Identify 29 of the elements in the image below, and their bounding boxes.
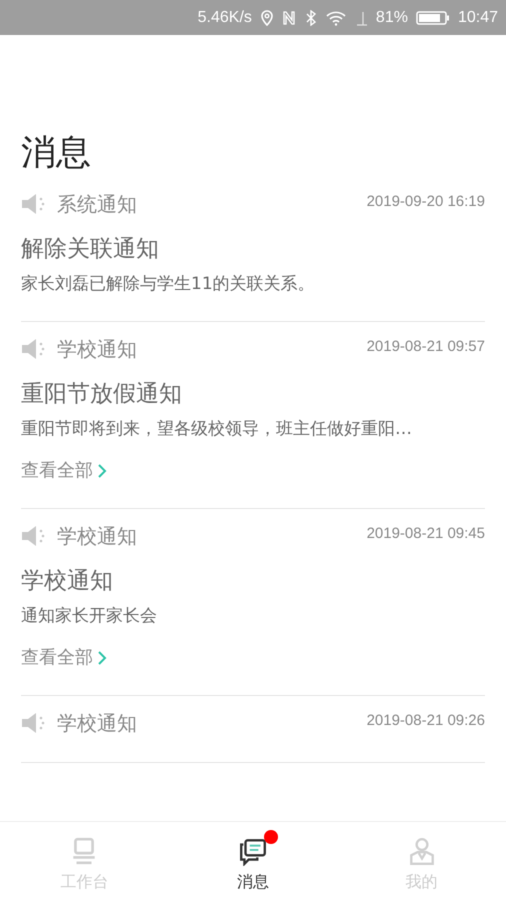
view-all-link[interactable]: 查看全部 — [21, 645, 107, 671]
chat-icon — [238, 836, 268, 866]
message-title: 学校通知 — [21, 567, 114, 596]
bluetooth-icon — [304, 10, 318, 26]
location-icon — [260, 10, 274, 26]
message-body: 家长刘磊已解除与学生11的关联关系。 — [21, 273, 316, 296]
battery-percent: 81% — [376, 8, 408, 26]
chevron-icon — [97, 463, 107, 479]
message-time: 2019-08-21 09:26 — [366, 711, 485, 729]
message-title: 解除关联通知 — [21, 235, 160, 264]
nfc-icon — [282, 10, 296, 26]
chevron-icon — [97, 650, 107, 666]
network-speed: 5.46K/s — [198, 8, 252, 26]
message-body: 通知家长开家长会 — [21, 605, 158, 628]
view-all-link[interactable]: 查看全部 — [21, 458, 107, 484]
clock: 10:47 — [458, 8, 498, 26]
message-time: 2019-08-21 09:57 — [366, 337, 485, 355]
message-time: 2019-08-21 09:45 — [366, 524, 485, 542]
wifi-icon — [326, 10, 346, 26]
message-body: 重阳节即将到来，望各级校领导，班主任做好重阳… — [21, 418, 413, 441]
message-category: 系统通知 — [57, 190, 137, 218]
message-title: 重阳节放假通知 — [21, 380, 183, 409]
tab-bar-item[interactable]: 消息 — [168, 822, 338, 900]
page-title: 消息 — [21, 132, 92, 175]
message-category: 学校通知 — [57, 336, 137, 362]
message-category: 学校通知 — [57, 522, 137, 550]
message-category: 学校通知 — [57, 710, 137, 736]
message-time: 2019-09-20 16:19 — [366, 192, 485, 210]
battery-icon — [416, 10, 450, 26]
